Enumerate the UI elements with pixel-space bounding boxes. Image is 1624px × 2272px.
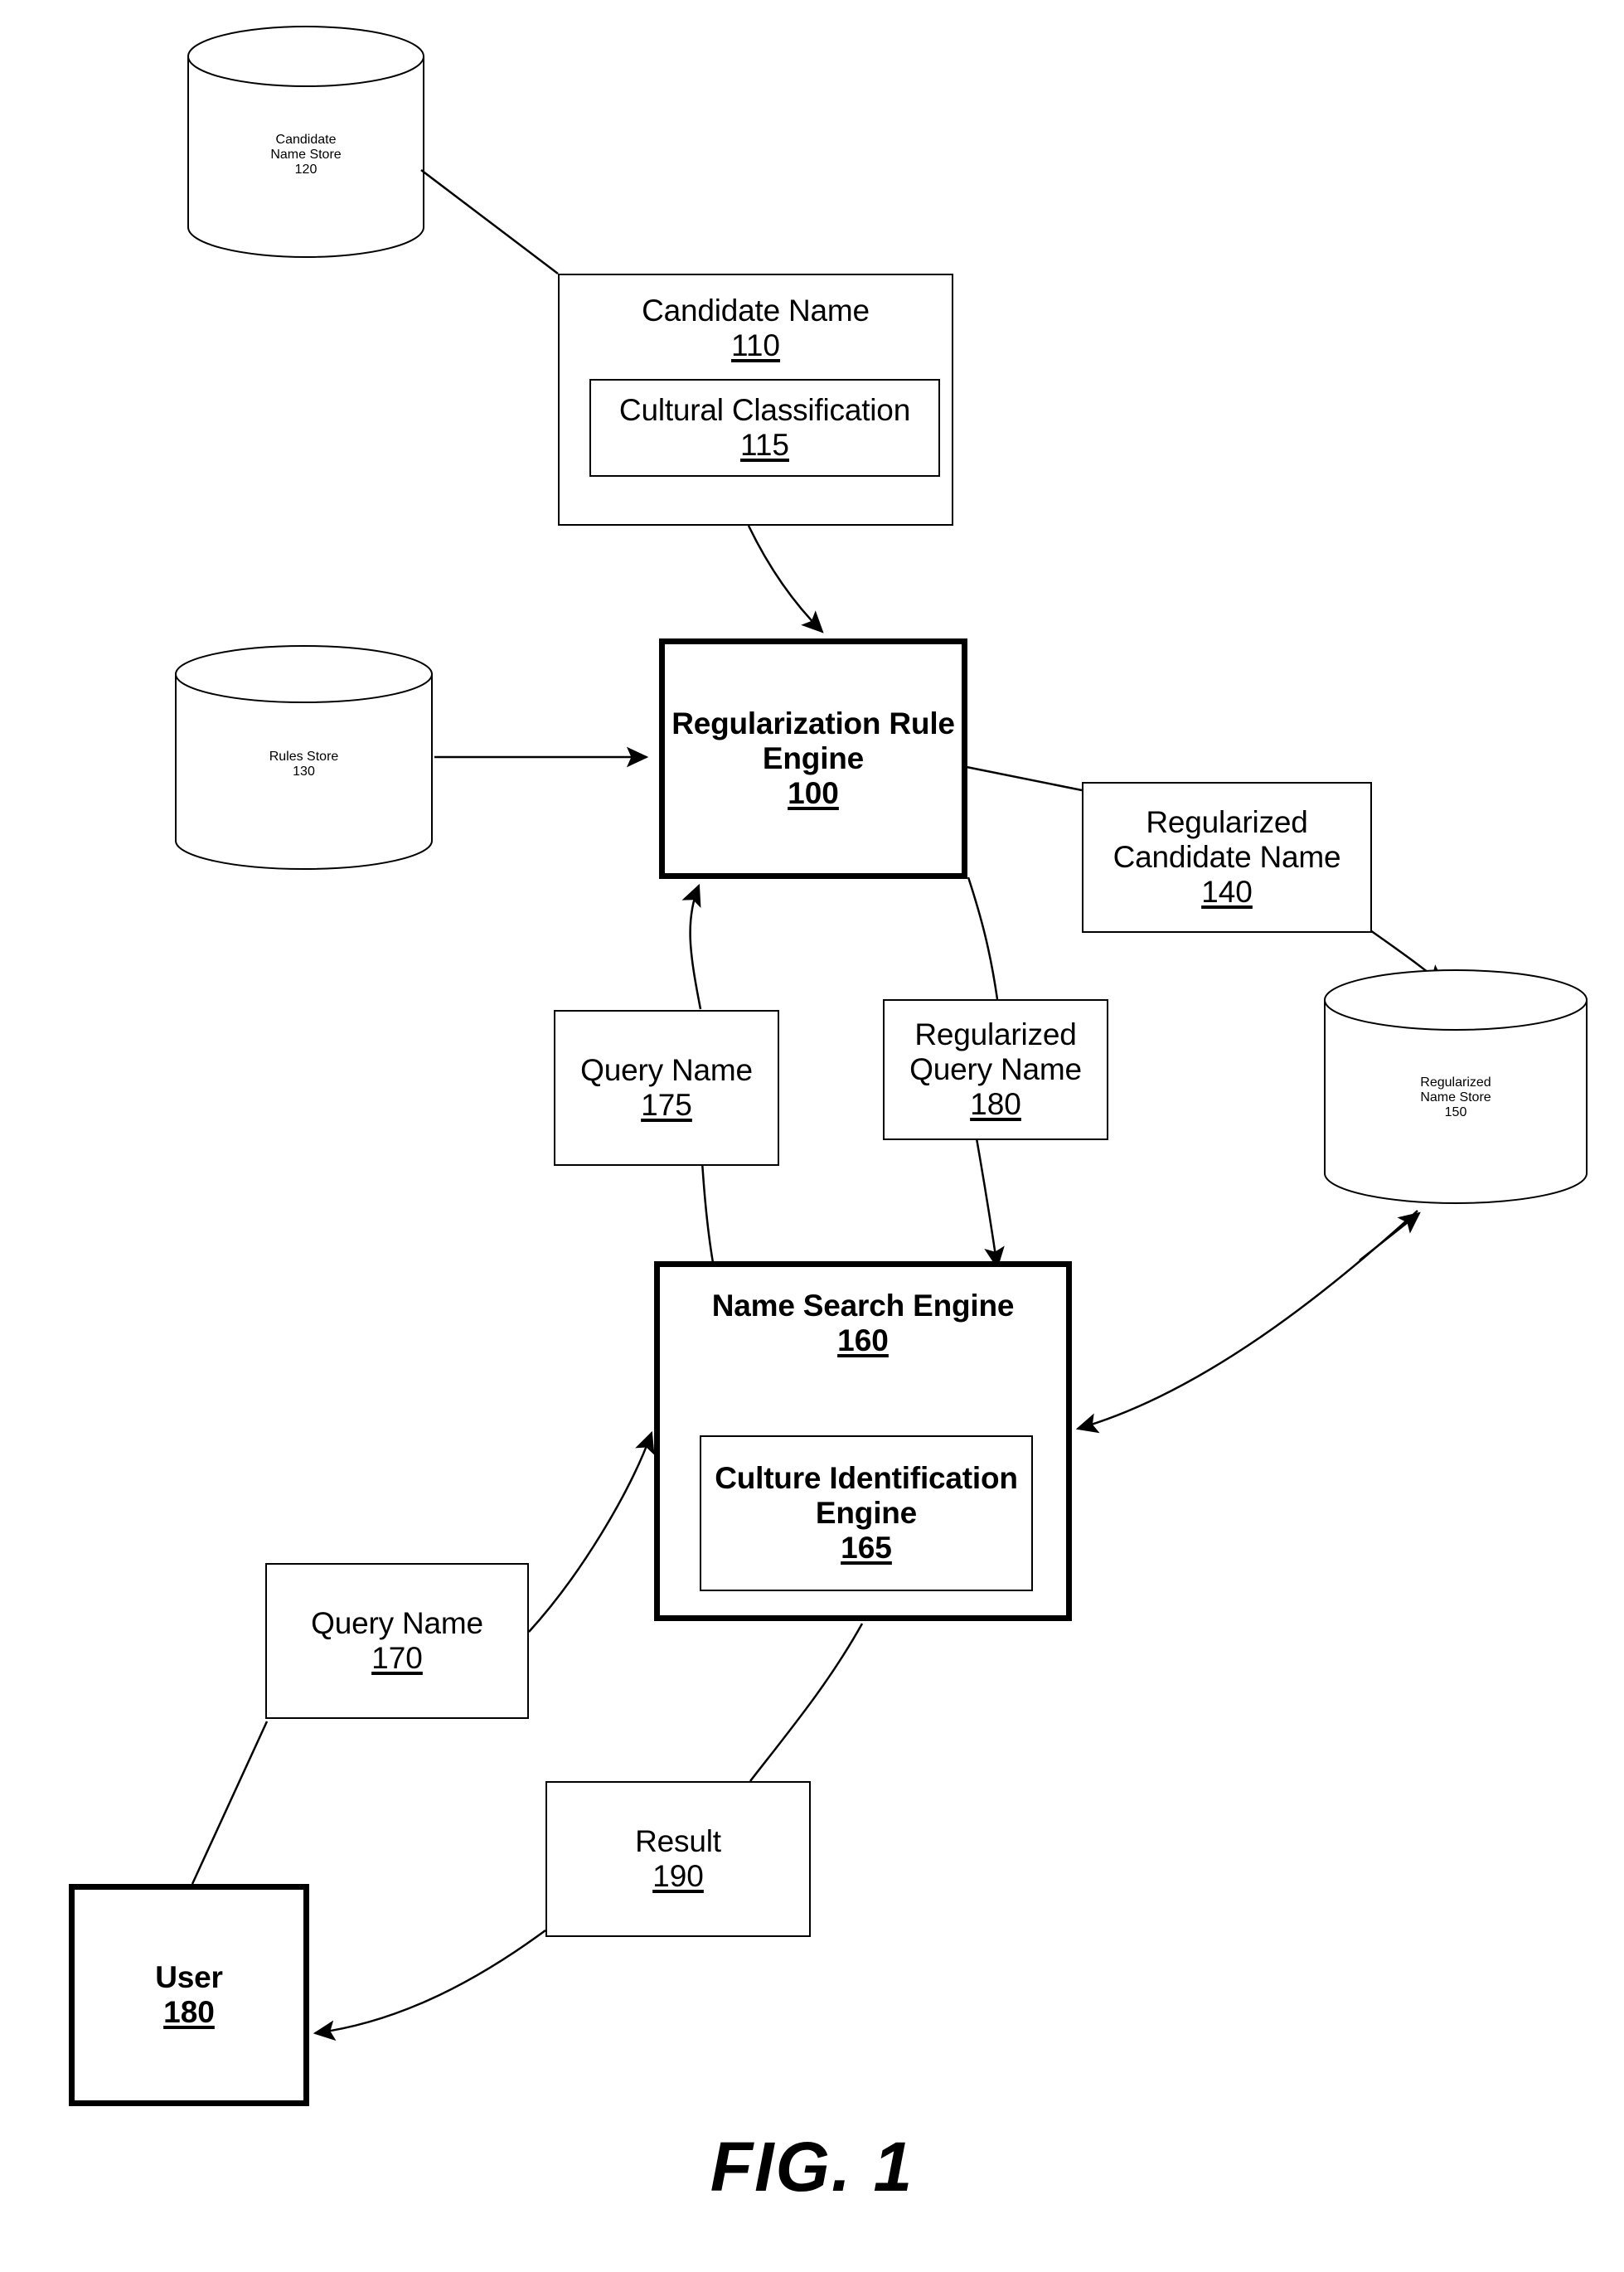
rules-store-label: Rules Store [269, 750, 339, 764]
regularized-query-name-label-line1: Regularized [914, 1017, 1077, 1051]
edge-result190-to-user180 [313, 1929, 546, 2041]
result-box[interactable]: Result 190 [545, 1781, 811, 1937]
result-refnum: 190 [652, 1859, 704, 1893]
query-name-175-label: Query Name [580, 1052, 753, 1087]
culture-identification-engine-label-line1: Culture Identification [715, 1460, 1018, 1495]
regularized-candidate-name-box[interactable]: Regularized Candidate Name 140 [1082, 782, 1372, 933]
candidate-name-store-cylinder[interactable]: Candidate Name Store 120 [187, 25, 425, 259]
regularized-query-name-refnum: 180 [970, 1087, 1021, 1122]
figure-caption: FIG. 1 [710, 2128, 914, 2206]
candidate-name-box[interactable]: Candidate Name 110 Cultural Classificati… [558, 274, 953, 526]
regularized-query-name-box[interactable]: Regularized Query Name 180 [883, 999, 1108, 1140]
edge-queryname175-to-engine100 [681, 883, 702, 1010]
query-name-170-label: Query Name [311, 1605, 483, 1640]
regularized-name-store-label-line2: Name Store [1420, 1090, 1491, 1104]
edge-regqueryname180-to-searchengine160 [975, 1138, 1005, 1270]
edge-searchengine160-to-regstore150 [1078, 1212, 1419, 1429]
candidate-name-store-label-line1: Candidate [275, 133, 337, 147]
rules-store-refnum: 130 [293, 765, 315, 779]
rules-store-cylinder[interactable]: Rules Store 130 [174, 644, 434, 871]
edge-name110-to-engine100 [747, 525, 824, 634]
cultural-classification-label: Cultural Classification [618, 392, 911, 427]
name-search-engine-refnum: 160 [837, 1323, 889, 1358]
edge-regstore150-to-searchengine160 [1075, 1210, 1418, 1434]
cultural-classification-box[interactable]: Cultural Classification 115 [589, 379, 940, 477]
regularized-name-store-label-line1: Regularized [1420, 1075, 1491, 1090]
user-label: User [155, 1959, 223, 1994]
name-search-engine-box[interactable]: Name Search Engine 160 Culture Identific… [654, 1261, 1072, 1621]
edge-engine100-to-regqueryname180 [967, 876, 999, 1000]
regularized-name-store-cylinder[interactable]: Regularized Name Store 150 [1323, 969, 1588, 1205]
edge-engine100-to-regcandidate140 [966, 765, 1083, 792]
cultural-classification-refnum: 115 [740, 428, 789, 462]
regularization-rule-engine-label-line1: Regularization Rule [671, 706, 955, 740]
edge-store120-to-name110 [420, 169, 559, 274]
edge-arrowhead-to-regstore150-bottom [1359, 1211, 1421, 1261]
culture-identification-engine-label-line2: Engine [815, 1495, 918, 1530]
candidate-name-store-refnum: 120 [294, 163, 318, 177]
edge-user180-to-queryname170 [191, 1721, 269, 1885]
culture-identification-engine-box[interactable]: Culture Identification Engine 165 [700, 1435, 1033, 1591]
culture-identification-engine-refnum: 165 [841, 1531, 892, 1566]
candidate-name-store-label-line2: Name Store [270, 148, 342, 162]
regularized-name-store-refnum: 150 [1444, 1105, 1467, 1119]
query-name-170-refnum: 170 [371, 1641, 423, 1675]
regularized-candidate-name-label-line1: Regularized [1146, 804, 1308, 839]
regularized-candidate-name-label-line2: Candidate Name [1113, 839, 1341, 874]
regularized-candidate-name-refnum: 140 [1201, 875, 1253, 910]
regularization-rule-engine-box[interactable]: Regularization Rule Engine 100 [659, 638, 967, 879]
query-name-175-box[interactable]: Query Name 175 [554, 1010, 779, 1166]
candidate-name-label: Candidate Name [642, 294, 870, 328]
query-name-170-box[interactable]: Query Name 170 [265, 1563, 529, 1719]
edge-searchengine160-to-result190 [749, 1623, 864, 1782]
name-search-engine-label: Name Search Engine [711, 1289, 1015, 1323]
regularization-rule-engine-label-line2: Engine [762, 740, 865, 775]
edge-queryname170-to-searchengine160 [528, 1430, 655, 1633]
patent-figure-1: Candidate Name Store 120 Candidate Name … [0, 0, 1624, 2272]
user-refnum: 180 [163, 1995, 215, 2029]
regularized-query-name-label-line2: Query Name [909, 1051, 1082, 1086]
candidate-name-refnum: 110 [731, 328, 780, 363]
result-label: Result [635, 1823, 721, 1858]
regularization-rule-engine-refnum: 100 [788, 776, 839, 811]
user-box[interactable]: User 180 [69, 1884, 309, 2106]
query-name-175-refnum: 175 [641, 1088, 692, 1122]
